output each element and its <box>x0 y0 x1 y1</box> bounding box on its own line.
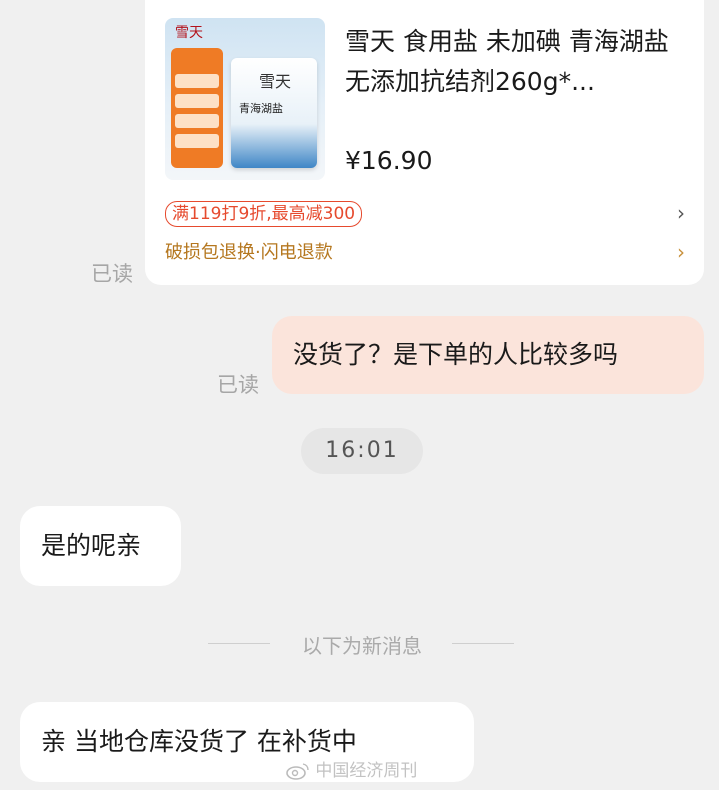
product-image[interactable]: 雪天 雪天 青海湖盐 <box>165 18 325 180</box>
package-title: 青海湖盐 <box>239 102 283 115</box>
new-messages-divider: 以下为新消息 <box>302 634 422 658</box>
divider-line <box>208 643 270 644</box>
incoming-message[interactable]: 是的呢亲 <box>20 506 181 586</box>
image-promo-row <box>175 74 219 88</box>
timestamp: 16:01 <box>301 428 423 474</box>
chevron-right-icon: › <box>677 240 685 264</box>
watermark: 中国经济周刊 <box>286 756 417 781</box>
package-logo: 雪天 <box>259 72 292 91</box>
image-promo-banner <box>171 48 223 168</box>
watermark-text: 中国经济周刊 <box>315 761 418 781</box>
weibo-icon <box>286 763 309 780</box>
read-status: 已读 <box>91 262 133 286</box>
service-guarantee: 破损包退换·闪电退款 <box>165 242 333 263</box>
promo-row[interactable]: 满119打9折,最高减300 › <box>165 201 685 227</box>
outgoing-message[interactable]: 没货了？是下单的人比较多吗 <box>272 316 704 394</box>
image-brand-logo: 雪天 <box>175 25 203 41</box>
chevron-right-icon: › <box>677 201 685 225</box>
product-title[interactable]: 雪天 食用盐 未加碘 青海湖盐无添加抗结剂260g*... <box>345 22 685 102</box>
promo-tag: 满119打9折,最高减300 <box>165 201 363 227</box>
image-promo-row <box>175 94 219 108</box>
service-row[interactable]: 破损包退换·闪电退款 › <box>165 240 685 266</box>
salt-package: 雪天 青海湖盐 <box>231 58 317 168</box>
product-price: ¥16.90 <box>345 146 433 175</box>
divider-line <box>452 643 514 644</box>
image-promo-row <box>175 114 219 128</box>
product-card[interactable]: 雪天 雪天 青海湖盐 雪天 食用盐 未加碘 青海湖盐无添加抗结剂260g*...… <box>145 0 704 285</box>
image-promo-row <box>175 134 219 148</box>
read-status: 已读 <box>217 373 259 397</box>
